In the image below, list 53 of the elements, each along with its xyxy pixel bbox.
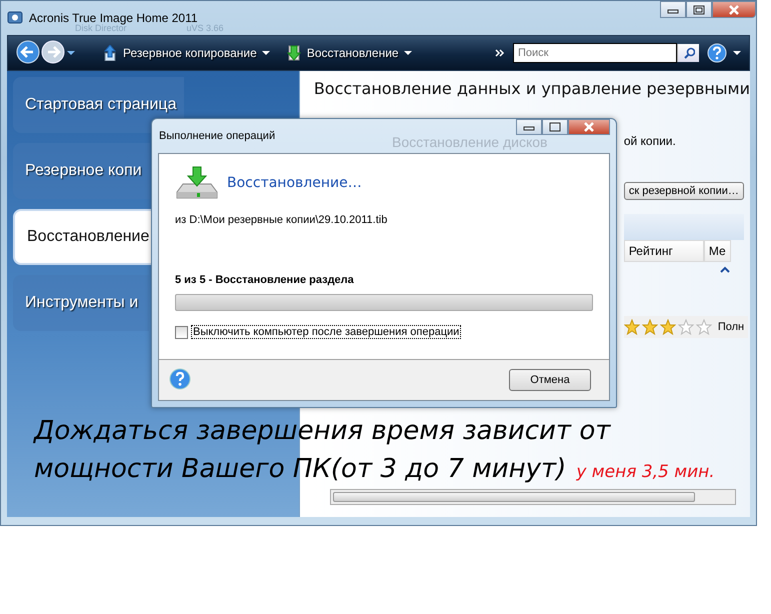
caret-icon [404,50,412,56]
back-button[interactable] [16,40,40,66]
column-header[interactable]: Ме [704,240,731,262]
close-button[interactable] [568,119,610,135]
search-button[interactable] [677,44,699,62]
collapse-chevron-icon [720,266,730,274]
maximize-icon [693,4,705,14]
search-icon [682,47,694,59]
cancel-button[interactable]: Отмена [509,369,591,391]
maximize-button[interactable] [686,1,712,18]
step-label: 5 из 5 - Восстановление раздела [175,274,355,286]
sidebar-item[interactable]: Инструменты и [13,275,149,331]
description-text: ой копии. [624,134,676,148]
help-icon [707,43,727,63]
chevron-icon [495,49,505,57]
minimize-button[interactable] [660,1,686,18]
backup-arrow-icon [102,45,118,61]
table-cell: Полн [718,321,744,333]
operation-heading: Восстановление… [227,175,362,191]
app-icon [7,10,23,26]
annotation-note: у меня 3,5 мин. [576,462,715,482]
shutdown-label[interactable]: Выключить компьютер после завершения операции [191,325,462,339]
disk-restore-icon [175,166,219,200]
star-icon [642,319,658,335]
close-icon [583,122,595,132]
help-button[interactable] [707,43,741,63]
caret-icon [733,50,741,56]
minimize-button[interactable] [516,119,542,135]
browse-backup-button[interactable]: ск резервной копии… [624,182,744,200]
source-path: из D:\Мои резервные копии\29.10.2011.tib [175,214,388,226]
maximize-button[interactable] [542,119,568,135]
shutdown-checkbox[interactable] [175,326,188,338]
sidebar-item[interactable]: Резервное копи [13,143,150,199]
close-button[interactable] [712,1,756,18]
toolbar-menu-button[interactable]: Резервное копирование [98,43,274,63]
dialog-title: Выполнение операций [159,130,276,142]
window-title: Acronis True Image Home 2011 [29,11,198,25]
maximize-icon [549,122,561,132]
restore-arrow-icon [286,45,302,61]
dropdown-caret-icon [66,49,76,57]
horizontal-scrollbar[interactable] [330,489,736,505]
caret-icon [262,50,270,56]
star-icon [678,319,694,335]
help-icon [169,368,191,390]
section-heading: Восстановление данных и управление резервными [314,79,750,98]
star-icon [660,319,676,335]
star-icon [696,319,712,335]
star-icon [624,319,640,335]
forward-button[interactable] [41,40,65,66]
search-field[interactable]: Поиск [513,43,677,63]
close-icon [728,4,740,14]
column-header[interactable]: Рейтинг [624,240,704,262]
toolbar-menu-button[interactable]: Восстановление [282,43,416,63]
